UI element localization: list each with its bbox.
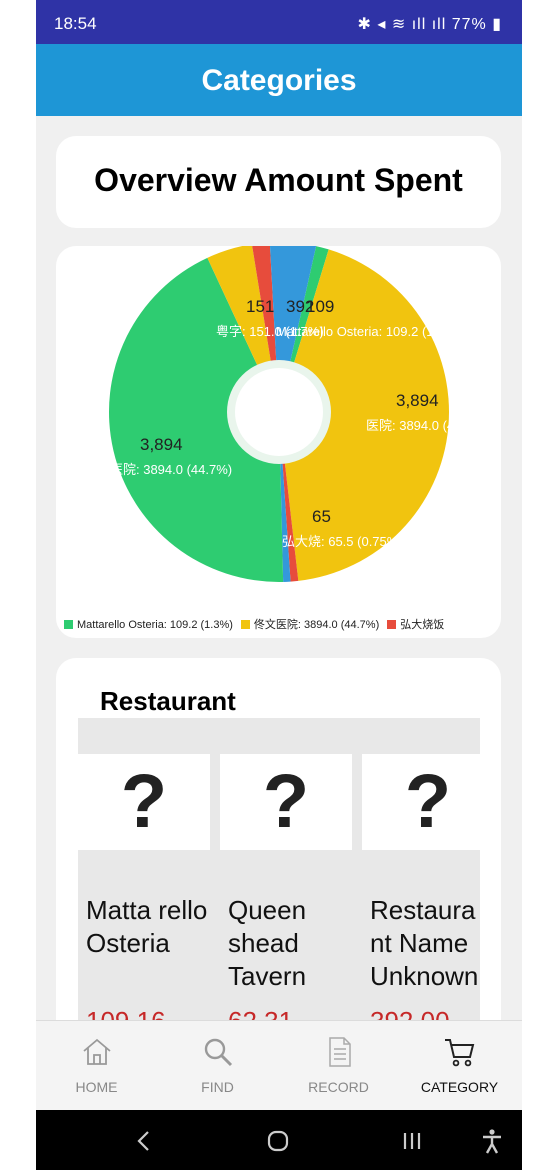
status-time: 18:54	[54, 14, 97, 33]
legend-swatch	[64, 620, 73, 629]
phone-screen: 18:54 ✱ ◂ ≋ ıll ıll 77% ▮ Categories Ove…	[36, 0, 522, 1170]
restaurant-name[interactable]: Restaura nt Name Unknown	[370, 894, 480, 993]
legend-item: 佟文医院: 3894.0 (44.7%)	[240, 616, 380, 632]
nav-label-home: HOME	[75, 1079, 118, 1095]
battery-icon: ▮	[492, 16, 502, 33]
page-title: Categories	[201, 64, 357, 97]
recents-icon[interactable]	[392, 1126, 432, 1156]
nav-category[interactable]: CATEGORY	[399, 1021, 520, 1111]
section-title: Restaurant	[100, 686, 236, 716]
legend-item: 弘大烧饭	[387, 616, 444, 632]
restaurant-image-placeholder[interactable]: ?	[362, 754, 480, 850]
donut-chart[interactable]: 3,894 医院: 3894.0 (44 3,894 医院: 3894.0 (44.7…	[56, 242, 501, 606]
status-icons: ✱ ◂ ≋ ıll ıll 77% ▮	[358, 14, 502, 34]
question-icon: ?	[404, 759, 452, 844]
nav-label-find: FIND	[201, 1079, 234, 1095]
legend-swatch	[240, 620, 250, 629]
slice-value-label: 3,894	[396, 391, 439, 410]
battery-percent: 77%	[451, 16, 487, 33]
nav-record[interactable]: RECORD	[278, 1021, 399, 1111]
slice-desc-label: 弘大烧: 65.5 (0.75%)	[282, 534, 403, 549]
overview-title: Overview Amount Spent	[94, 162, 463, 198]
nav-label-category: CATEGORY	[420, 1079, 499, 1095]
restaurant-name[interactable]: Queen shead Tavern	[228, 894, 358, 993]
legend-swatch	[387, 620, 397, 629]
slice-desc-label: 医院: 3894.0 (44.7%)	[110, 462, 232, 477]
document-icon	[329, 1037, 351, 1067]
legend-label: 佟文医院: 3894.0 (44.7%)	[253, 619, 380, 631]
restaurant-image-placeholder[interactable]: ?	[78, 754, 210, 850]
restaurant-image-placeholder[interactable]: ?	[220, 754, 352, 850]
chart-card: 3,894 医院: 3894.0 (44 3,894 医院: 3894.0 (44.7…	[56, 242, 501, 638]
bottom-nav: HOME FIND RECORD CATEGORY	[36, 1020, 522, 1111]
legend-label: 弘大烧饭	[400, 619, 445, 631]
signal-icons: ✱ ◂ ≋ ıll ıll	[357, 16, 447, 33]
slice-value-label: 3,894	[140, 435, 183, 454]
home-button-icon[interactable]	[258, 1126, 298, 1156]
overview-card: Overview Amount Spent	[56, 136, 501, 228]
accessibility-icon[interactable]	[472, 1126, 512, 1156]
donut-hole	[235, 368, 323, 456]
back-icon[interactable]	[124, 1126, 164, 1156]
system-nav-bar	[36, 1110, 522, 1170]
legend-label: Mattarello Osteria: 109.2 (1.3%)	[77, 619, 233, 631]
slice-value-label: 392	[286, 297, 314, 316]
slice-value-label: 151	[246, 297, 274, 316]
slice-desc-label: 医院: 3894.0 (44	[366, 418, 461, 433]
nav-label-record: RECORD	[308, 1079, 369, 1095]
chart-legend: Mattarello Osteria: 109.2 (1.3%) 佟文医院: 38…	[64, 616, 501, 632]
restaurant-name[interactable]: Matta rello Osteria	[86, 894, 216, 960]
restaurant-card: Restaurant ? Matta rello Osteria 109.16 …	[56, 658, 501, 1078]
status-bar: 18:54 ✱ ◂ ≋ ıll ıll 77% ▮	[36, 0, 522, 44]
nav-home[interactable]: HOME	[36, 1021, 157, 1111]
cart-icon	[445, 1039, 475, 1067]
slice-desc-label: 粤字: 151.0 (1.7%)	[216, 324, 324, 339]
search-icon	[204, 1038, 233, 1067]
home-icon	[83, 1038, 111, 1065]
nav-find[interactable]: FIND	[157, 1021, 278, 1111]
app-bar: Categories	[36, 44, 522, 116]
question-icon: ?	[262, 759, 310, 844]
legend-item: Mattarello Osteria: 109.2 (1.3%)	[64, 619, 233, 631]
slice-value-label: 65	[312, 507, 331, 526]
question-icon: ?	[120, 759, 168, 844]
